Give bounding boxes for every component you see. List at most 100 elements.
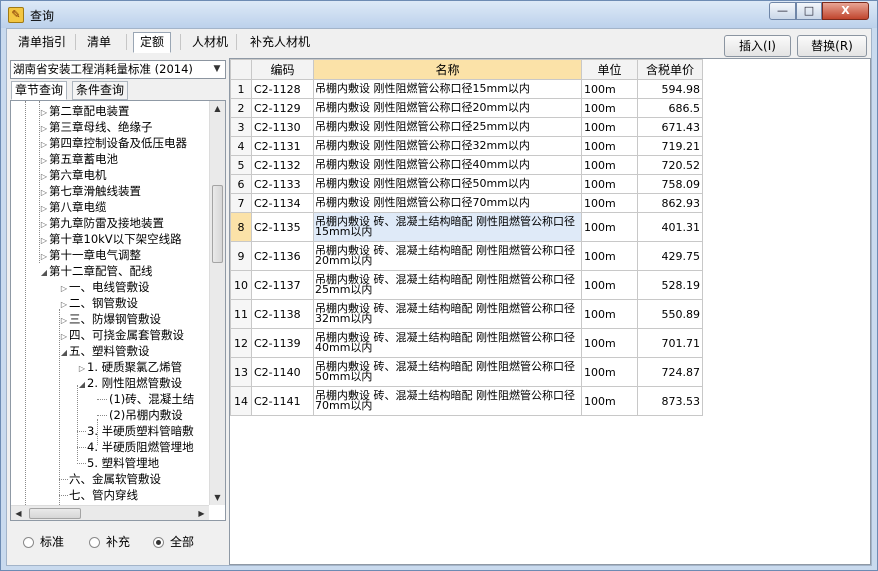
tree-node[interactable]: ◢ 2. 刚性阻燃管敷设: [77, 375, 182, 391]
code-cell[interactable]: C2-1128: [251, 79, 314, 99]
name-cell[interactable]: 吊棚内敷设 刚性阻燃管公称口径50mm以内: [313, 174, 582, 194]
tree-horizontal-scrollbar[interactable]: ◀ ▶: [11, 505, 209, 520]
price-cell[interactable]: 429.75: [637, 241, 703, 271]
row-index[interactable]: 8: [230, 212, 252, 242]
tree-node[interactable]: 5. 塑料管埋地: [87, 455, 159, 471]
insert-button[interactable]: 插入(I): [724, 35, 791, 57]
code-cell[interactable]: C2-1140: [251, 357, 314, 387]
row-index[interactable]: 12: [230, 328, 252, 358]
replace-button[interactable]: 替换(R): [797, 35, 867, 57]
title-bar[interactable]: ✎ 查询 — □ X: [1, 1, 877, 28]
row-index[interactable]: 6: [230, 174, 252, 194]
price-cell[interactable]: 401.31: [637, 212, 703, 242]
row-index[interactable]: 11: [230, 299, 252, 329]
tree-node[interactable]: 4. 半硬质阻燃管埋地: [87, 439, 194, 455]
price-cell[interactable]: 528.19: [637, 270, 703, 300]
name-cell[interactable]: 吊棚内敷设 砖、混凝土结构暗配 刚性阻燃管公称口径70mm以内: [313, 386, 582, 416]
unit-cell[interactable]: 100m: [581, 136, 638, 156]
price-cell[interactable]: 701.71: [637, 328, 703, 358]
radio-circle-icon[interactable]: [89, 537, 100, 548]
tree-node[interactable]: ▷ 一、电线管敷设: [59, 279, 150, 295]
row-index[interactable]: 1: [230, 79, 252, 99]
price-cell[interactable]: 719.21: [637, 136, 703, 156]
tree-node[interactable]: ▷ 第十一章电气调整: [39, 247, 141, 263]
tree-node[interactable]: ▷ 第十章10kV以下架空线路: [39, 231, 182, 247]
tab-condition-query[interactable]: 条件查询: [72, 81, 129, 100]
table-row[interactable]: 3 C2-1130 吊棚内敷设 刚性阻燃管公称口径25mm以内 100m 671.43: [230, 117, 703, 137]
row-index[interactable]: 2: [230, 98, 252, 118]
unit-cell[interactable]: 100m: [581, 386, 638, 416]
tab-list-guide[interactable]: 清单指引: [11, 32, 73, 53]
name-cell[interactable]: 吊棚内敷设 砖、混凝土结构暗配 刚性阻燃管公称口径40mm以内: [313, 328, 582, 358]
tree-node[interactable]: (1)砖、混凝土结: [109, 391, 194, 407]
collapse-arrow-icon[interactable]: ◢: [77, 377, 87, 393]
table-row[interactable]: 4 C2-1131 吊棚内敷设 刚性阻燃管公称口径32mm以内 100m 719.21: [230, 136, 703, 156]
tree-node[interactable]: ▷ 四、可挠金属套管敷设: [59, 327, 184, 343]
name-cell[interactable]: 吊棚内敷设 砖、混凝土结构暗配 刚性阻燃管公称口径25mm以内: [313, 270, 582, 300]
row-index[interactable]: 7: [230, 193, 252, 213]
code-cell[interactable]: C2-1133: [251, 174, 314, 194]
name-cell[interactable]: 吊棚内敷设 刚性阻燃管公称口径25mm以内: [313, 117, 582, 137]
tree-node[interactable]: ▷ 第七章滑触线装置: [39, 183, 141, 199]
table-row[interactable]: 11 C2-1138 吊棚内敷设 砖、混凝土结构暗配 刚性阻燃管公称口径32mm以内…: [230, 299, 703, 329]
code-cell[interactable]: C2-1139: [251, 328, 314, 358]
maximize-button[interactable]: □: [796, 2, 822, 20]
table-row[interactable]: 7 C2-1134 吊棚内敷设 刚性阻燃管公称口径70mm以内 100m 862.93: [230, 193, 703, 213]
table-header-code[interactable]: 编码: [251, 59, 314, 80]
unit-cell[interactable]: 100m: [581, 212, 638, 242]
code-cell[interactable]: C2-1135: [251, 212, 314, 242]
code-cell[interactable]: C2-1129: [251, 98, 314, 118]
radio-selected-icon[interactable]: [153, 537, 164, 548]
scroll-left-icon[interactable]: ◀: [11, 506, 26, 520]
unit-cell[interactable]: 100m: [581, 328, 638, 358]
unit-cell[interactable]: 100m: [581, 98, 638, 118]
tree-node[interactable]: ▷ 第三章母线、绝缘子: [39, 119, 153, 135]
name-cell[interactable]: 吊棚内敷设 刚性阻燃管公称口径15mm以内: [313, 79, 582, 99]
chevron-down-icon[interactable]: ▼: [210, 62, 224, 77]
code-cell[interactable]: C2-1132: [251, 155, 314, 175]
unit-cell[interactable]: 100m: [581, 155, 638, 175]
unit-cell[interactable]: 100m: [581, 241, 638, 271]
price-cell[interactable]: 724.87: [637, 357, 703, 387]
minimize-button[interactable]: —: [769, 2, 796, 20]
price-cell[interactable]: 594.98: [637, 79, 703, 99]
price-cell[interactable]: 720.52: [637, 155, 703, 175]
row-index[interactable]: 14: [230, 386, 252, 416]
tree-node[interactable]: ▷ 第九章防雷及接地装置: [39, 215, 164, 231]
row-index[interactable]: 3: [230, 117, 252, 137]
row-index[interactable]: 13: [230, 357, 252, 387]
price-cell[interactable]: 686.5: [637, 98, 703, 118]
table-row[interactable]: 5 C2-1132 吊棚内敷设 刚性阻燃管公称口径40mm以内 100m 720.52: [230, 155, 703, 175]
unit-cell[interactable]: 100m: [581, 193, 638, 213]
scroll-down-icon[interactable]: ▼: [210, 490, 225, 505]
code-cell[interactable]: C2-1138: [251, 299, 314, 329]
tab-quota[interactable]: 定额: [133, 32, 172, 53]
tree-node[interactable]: ▷ 第四章控制设备及低压电器: [39, 135, 187, 151]
table-header-name[interactable]: 名称: [313, 59, 582, 80]
table-row[interactable]: 9 C2-1136 吊棚内敷设 砖、混凝土结构暗配 刚性阻燃管公称口径20mm以内 1…: [230, 241, 703, 271]
table-row[interactable]: 10 C2-1137 吊棚内敷设 砖、混凝土结构暗配 刚性阻燃管公称口径25mm以内…: [230, 270, 703, 300]
table-row[interactable]: 8 C2-1135 吊棚内敷设 砖、混凝土结构暗配 刚性阻燃管公称口径15mm以内 1…: [230, 212, 703, 242]
tree-node[interactable]: ▷ 第五章蓄电池: [39, 151, 118, 167]
row-index[interactable]: 10: [230, 270, 252, 300]
table-row[interactable]: 1 C2-1128 吊棚内敷设 刚性阻燃管公称口径15mm以内 100m 594.98: [230, 79, 703, 99]
tree-node[interactable]: ◢ 第十二章配管、配线: [39, 263, 153, 279]
code-cell[interactable]: C2-1131: [251, 136, 314, 156]
row-index[interactable]: 4: [230, 136, 252, 156]
tab-list[interactable]: 清单: [80, 32, 118, 53]
library-select[interactable]: 湖南省安装工程消耗量标准 (2014) ▼: [10, 60, 226, 79]
collapse-arrow-icon[interactable]: ◢: [39, 265, 49, 281]
radio-standard[interactable]: 标准: [23, 535, 64, 549]
table-row[interactable]: 12 C2-1139 吊棚内敷设 砖、混凝土结构暗配 刚性阻燃管公称口径40mm以内…: [230, 328, 703, 358]
unit-cell[interactable]: 100m: [581, 270, 638, 300]
tree-node[interactable]: ◢ 五、塑料管敷设: [59, 343, 150, 359]
tree-vertical-scrollbar[interactable]: ▲ ▼: [209, 101, 225, 505]
tree-node[interactable]: ▷ 二、钢管敷设: [59, 295, 138, 311]
code-cell[interactable]: C2-1136: [251, 241, 314, 271]
tab-supplementary-lmm[interactable]: 补充人材机: [243, 32, 317, 53]
name-cell[interactable]: 吊棚内敷设 砖、混凝土结构暗配 刚性阻燃管公称口径15mm以内: [313, 212, 582, 242]
table-header-price[interactable]: 含税单价: [637, 59, 703, 80]
code-cell[interactable]: C2-1130: [251, 117, 314, 137]
unit-cell[interactable]: 100m: [581, 79, 638, 99]
unit-cell[interactable]: 100m: [581, 174, 638, 194]
